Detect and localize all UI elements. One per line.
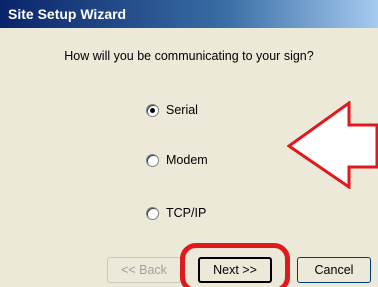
radio-button-tcpip[interactable]	[146, 206, 159, 220]
radio-option-serial[interactable]: Serial	[146, 101, 198, 119]
cancel-button[interactable]: Cancel	[297, 257, 371, 283]
radio-option-tcpip[interactable]: TCP/IP	[146, 204, 206, 222]
question-text: How will you be communicating to your si…	[64, 49, 314, 63]
annotation-arrow-icon	[287, 101, 378, 189]
radio-button-serial[interactable]	[146, 103, 159, 117]
annotation-highlight-circle	[180, 243, 290, 287]
radio-button-modem[interactable]	[146, 153, 159, 167]
radio-label-tcpip: TCP/IP	[166, 206, 207, 220]
radio-label-serial: Serial	[166, 103, 198, 117]
radio-label-modem: Modem	[166, 153, 208, 167]
back-button[interactable]: << Back	[107, 257, 181, 283]
radio-option-modem[interactable]: Modem	[146, 151, 208, 169]
wizard-window: Site Setup Wizard How will you be commun…	[0, 0, 378, 287]
window-title: Site Setup Wizard	[8, 6, 127, 22]
title-bar: Site Setup Wizard	[0, 0, 378, 28]
